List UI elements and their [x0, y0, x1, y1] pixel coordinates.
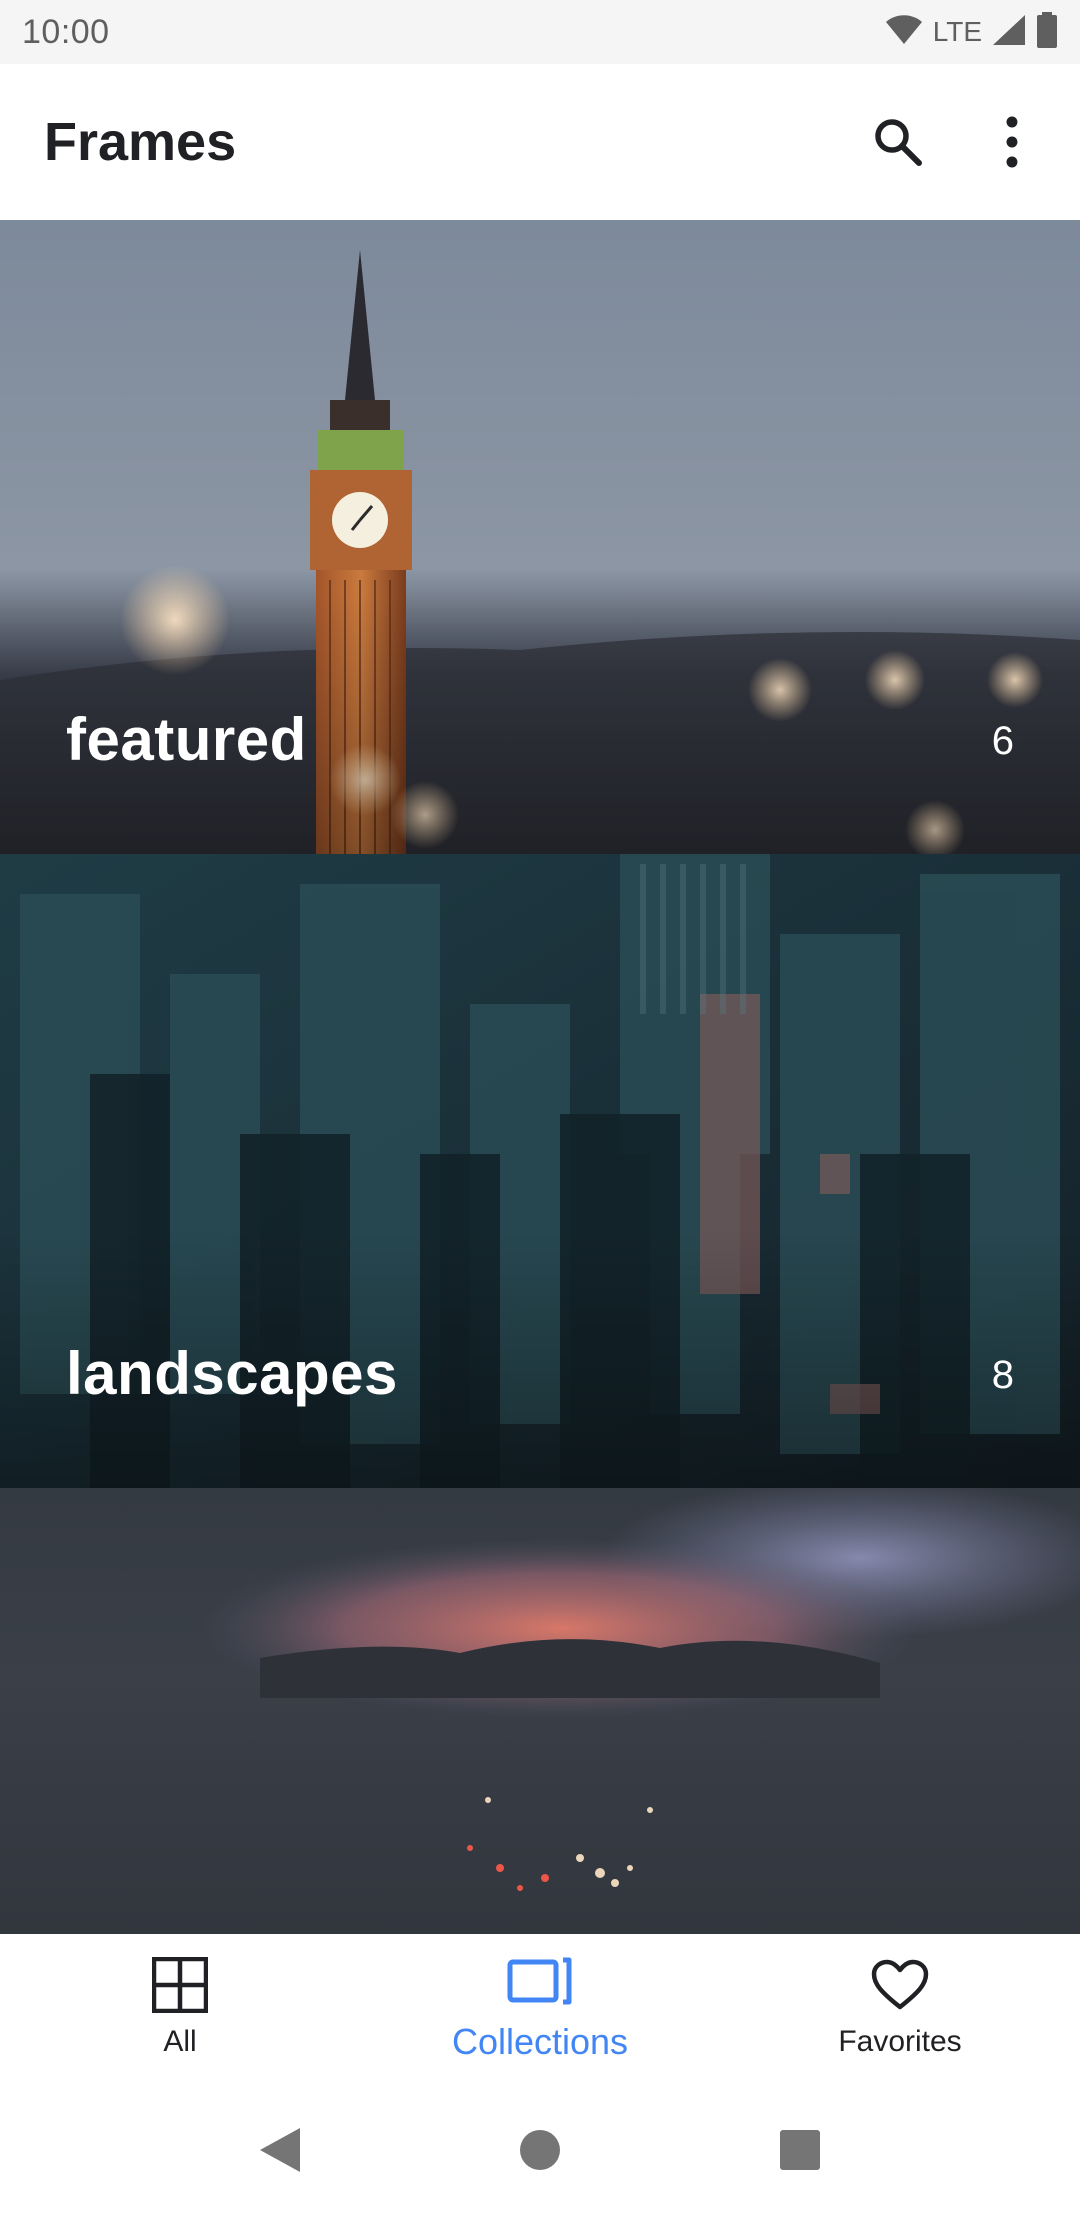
system-navigation-bar: [0, 2080, 1080, 2220]
status-icons: LTE: [885, 11, 1058, 53]
collection-cover-image: [0, 1488, 1080, 1934]
home-button[interactable]: [500, 2110, 580, 2190]
status-bar: 10:00 LTE: [0, 0, 1080, 64]
back-button[interactable]: [240, 2110, 320, 2190]
collection-count: 6: [991, 719, 1014, 763]
search-button[interactable]: [850, 94, 946, 190]
collection-title: featured: [66, 706, 307, 773]
app-bar: Frames: [0, 64, 1080, 220]
collection-card-landscapes[interactable]: landscapes 8: [0, 854, 1080, 1488]
grid-icon: [152, 1957, 208, 2013]
heart-icon: [871, 1959, 929, 2010]
search-icon: [875, 119, 922, 166]
collections-icon: [507, 1957, 572, 2005]
bottom-navigation: All Collections Favorites: [0, 1934, 1080, 2080]
signal-icon: [992, 14, 1026, 51]
nav-label-all: All: [163, 2025, 197, 2058]
nav-label-collections: Collections: [451, 2021, 629, 2062]
more-options-button[interactable]: [964, 94, 1060, 190]
collection-count: 8: [991, 1353, 1014, 1397]
back-icon: [260, 2128, 300, 2172]
status-time: 10:00: [22, 12, 110, 51]
collection-title: landscapes: [66, 1340, 398, 1407]
battery-icon: [1036, 11, 1058, 53]
network-type: LTE: [932, 16, 982, 47]
collection-card-featured[interactable]: featured 6: [0, 220, 1080, 854]
nav-item-favorites[interactable]: Favorites: [720, 1934, 1080, 2080]
nav-item-all[interactable]: All: [0, 1934, 360, 2080]
recents-button[interactable]: [760, 2110, 840, 2190]
collections-list: featured 6 landscapes 8: [0, 220, 1080, 1934]
more-vert-icon: [1006, 116, 1018, 168]
nav-item-collections[interactable]: Collections: [360, 1934, 720, 2080]
collection-card-3[interactable]: [0, 1488, 1080, 1934]
recents-icon: [780, 2130, 820, 2170]
page-title: Frames: [44, 112, 237, 172]
home-icon: [520, 2130, 560, 2170]
nav-label-favorites: Favorites: [838, 2025, 962, 2058]
wifi-icon: [885, 14, 923, 50]
